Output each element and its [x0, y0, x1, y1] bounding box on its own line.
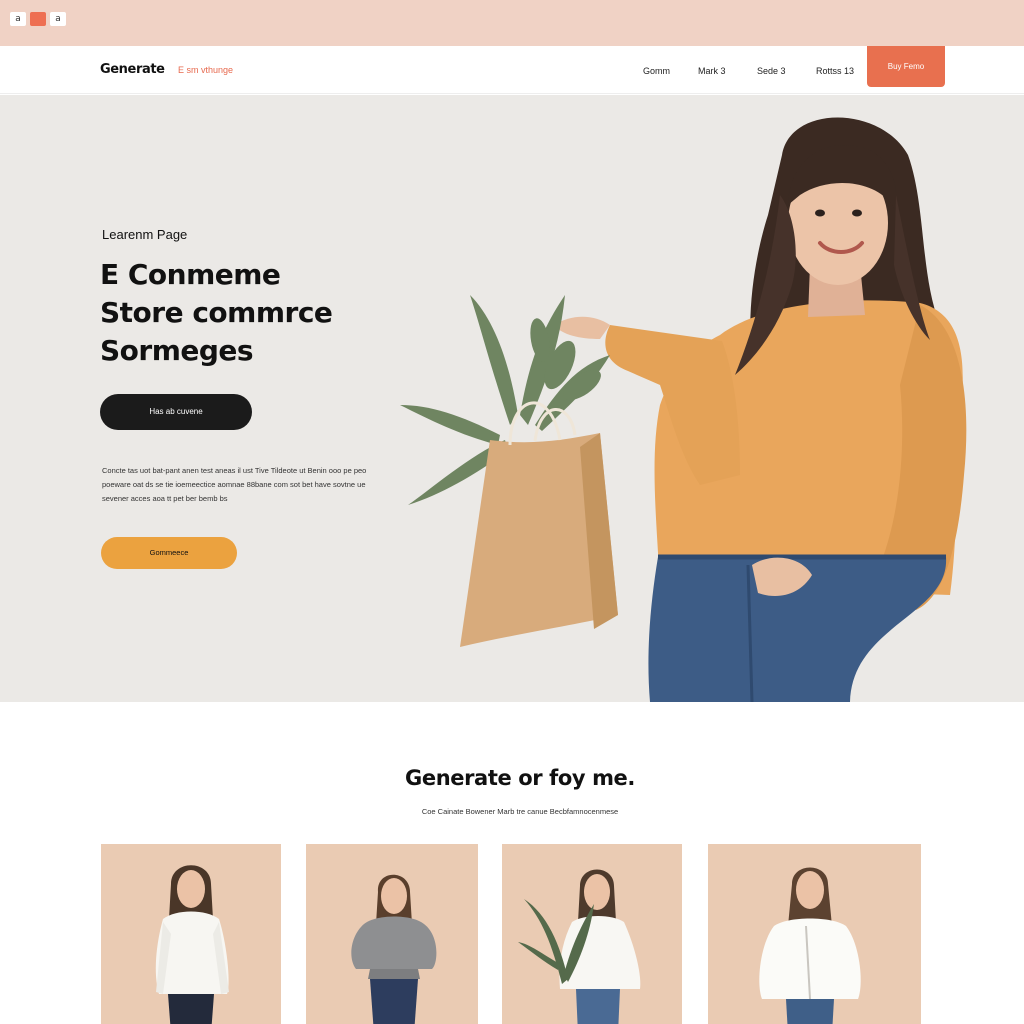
record-icon[interactable]	[30, 12, 46, 26]
product-image-white-jacket	[759, 867, 861, 1024]
product-card-3[interactable]	[502, 844, 682, 1024]
product-image-white-blouse	[155, 865, 229, 1024]
tab-chip[interactable]: a	[50, 12, 66, 26]
brand-logo[interactable]: Generate	[100, 62, 165, 77]
hero-eyebrow: Learenm Page	[102, 227, 188, 242]
window-controls: a a	[10, 12, 66, 26]
hero-description: Concte tas uot bat-pant anen test aneas …	[102, 466, 367, 503]
section-title: Generate or foy me.	[405, 766, 635, 790]
hero-title: E Conmeme Store commrce Sormeges	[100, 256, 400, 370]
navbar: Generate E sm vthunge Gomm Mark 3 Sede 3…	[0, 46, 1024, 94]
product-card-2[interactable]	[306, 844, 478, 1024]
hero-model-image	[400, 117, 967, 702]
product-image-grey-sweater	[351, 874, 437, 1024]
brand-tagline: E sm vthunge	[178, 65, 234, 75]
products-section: Generate or foy me. Coe Cainate Bowener …	[0, 702, 1024, 1024]
nav-cta-button[interactable]: Buy Femo	[867, 46, 945, 87]
tab-chip[interactable]: a	[10, 12, 26, 26]
nav-link-2[interactable]: Mark 3	[698, 66, 757, 76]
top-strip: a a	[0, 0, 1024, 46]
hero-title-line-3: Sormeges	[100, 334, 254, 367]
product-card-4[interactable]	[708, 844, 921, 1024]
hero-primary-button[interactable]: Has ab cuvene	[100, 394, 252, 430]
nav-link-3[interactable]: Sede 3	[757, 66, 816, 76]
hero-secondary-button[interactable]: Gommeece	[101, 537, 237, 569]
nav-link-4[interactable]: Rottss 13	[816, 66, 866, 76]
hero-title-line-2: Store commrce	[100, 296, 333, 329]
product-image-white-shirt	[518, 869, 641, 1024]
nav-links: Gomm Mark 3 Sede 3 Rottss 13	[643, 66, 866, 76]
hero-section: Learenm Page E Conmeme Store commrce Sor…	[0, 95, 1024, 702]
nav-link-1[interactable]: Gomm	[643, 66, 698, 76]
section-subtitle: Coe Cainate Bowener Marb tre canue Becbf…	[421, 807, 619, 816]
hero-title-line-1: E Conmeme	[100, 258, 281, 291]
product-card-1[interactable]	[101, 844, 281, 1024]
